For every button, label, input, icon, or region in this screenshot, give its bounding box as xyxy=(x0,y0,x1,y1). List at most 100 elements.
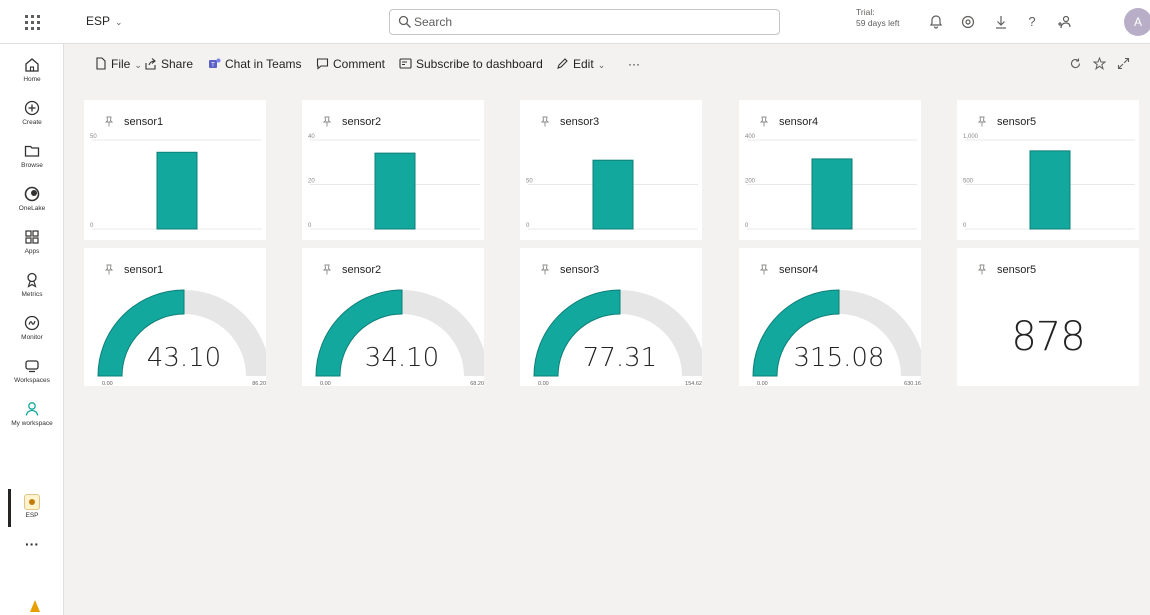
rail-item-apps[interactable]: Apps xyxy=(0,228,64,256)
share-button[interactable]: Share xyxy=(144,57,193,71)
rail-label-browse: Browse xyxy=(21,162,43,169)
gauge-tile-sensor4[interactable]: sensor4 315.08 0.00 630.16 xyxy=(739,248,921,386)
gauge-max-label: 68.20 xyxy=(470,381,484,386)
command-bar: File ⌄ Share T Chat in Teams Comment Subsc… xyxy=(64,44,1150,84)
edit-menu[interactable]: Edit ⌄ xyxy=(556,57,605,71)
edit-label: Edit xyxy=(573,57,594,71)
rail-item-metrics[interactable]: Metrics xyxy=(0,271,64,299)
teams-icon: T xyxy=(209,58,221,69)
subscribe-icon xyxy=(399,58,412,69)
rail-label-onelake: OneLake xyxy=(18,205,46,212)
y-tick-label: 0 xyxy=(745,223,749,229)
pencil-icon xyxy=(557,58,568,69)
bar-chart: 400 200 0 xyxy=(745,134,917,230)
bar-chart: 50 0 xyxy=(90,134,262,230)
rail-item-workspaces[interactable]: Workspaces xyxy=(0,357,64,385)
gauge-chart: 43.10 0.00 86.20 xyxy=(97,289,266,386)
rail-item-create[interactable]: Create xyxy=(0,99,64,127)
help-icon[interactable]: ? xyxy=(1024,14,1040,30)
file-icon xyxy=(96,57,106,70)
subscribe-button[interactable]: Subscribe to dashboard xyxy=(399,57,543,71)
rail-more-button[interactable]: ··· xyxy=(0,536,64,552)
bar xyxy=(156,151,198,230)
gauge-max-label: 630.16 xyxy=(904,381,921,386)
workspace-name: ESP xyxy=(86,14,111,28)
gauge-tile-sensor3[interactable]: sensor3 77.31 0.00 154.62 xyxy=(520,248,702,386)
chat-in-teams-label: Chat in Teams xyxy=(225,57,302,71)
rail-label-monitor: Monitor xyxy=(21,334,43,341)
y-tick-label: 200 xyxy=(745,179,756,185)
comment-button[interactable]: Comment xyxy=(316,57,385,71)
subscribe-label: Subscribe to dashboard xyxy=(416,57,543,71)
workspaces-icon xyxy=(25,360,39,373)
fullscreen-icon[interactable] xyxy=(1117,57,1130,70)
chevron-down-icon: ⌄ xyxy=(134,60,142,70)
search-box[interactable]: Search xyxy=(389,9,780,35)
card-value: 878 xyxy=(1011,314,1085,360)
power-bi-logo-icon xyxy=(30,600,40,612)
bar-chart-tile-sensor2[interactable]: sensor2 40 20 0 xyxy=(302,100,484,240)
rail-item-home[interactable]: Home xyxy=(0,56,64,84)
svg-text:T: T xyxy=(211,63,215,69)
rail-item-onelake[interactable]: OneLake xyxy=(0,185,64,213)
comment-label: Comment xyxy=(333,57,386,71)
bar xyxy=(592,159,634,230)
tile-title: sensor5 xyxy=(977,264,1036,276)
bell-icon[interactable] xyxy=(928,14,944,30)
rail-item-browse[interactable]: Browse xyxy=(0,142,64,170)
settings-icon[interactable] xyxy=(960,14,976,30)
tile-title-text: sensor5 xyxy=(997,264,1037,276)
gauge-tile-sensor2[interactable]: sensor2 34.10 0.00 68.20 xyxy=(302,248,484,386)
bar xyxy=(811,158,853,230)
bar-chart-tile-sensor3[interactable]: sensor3 50 0 xyxy=(520,100,702,240)
share-label: Share xyxy=(161,57,194,71)
y-tick-label: 1,000 xyxy=(963,134,979,140)
gauge-min-label: 0.00 xyxy=(538,381,549,386)
left-nav-rail: Home Create Browse OneLake Apps Metrics … xyxy=(0,44,64,615)
rail-item-monitor[interactable]: Monitor xyxy=(0,314,64,342)
y-tick-label: 0 xyxy=(308,223,312,229)
rail-label-metrics: Metrics xyxy=(21,291,43,298)
waffle-icon[interactable] xyxy=(22,12,42,32)
rail-item-esp[interactable]: ESP xyxy=(0,494,64,520)
trial-status[interactable]: Trial: 59 days left xyxy=(856,7,899,29)
chat-in-teams-button[interactable]: T Chat in Teams xyxy=(208,57,301,71)
y-tick-label: 0 xyxy=(90,223,94,229)
bar-chart: 40 20 0 xyxy=(308,134,480,230)
gauge-max-label: 154.62 xyxy=(685,381,702,386)
y-tick-label: 500 xyxy=(963,179,974,185)
gauge-value: 43.10 xyxy=(147,343,221,373)
share-people-icon[interactable] xyxy=(1056,14,1072,30)
my-workspace-icon xyxy=(25,402,39,416)
bar-chart-tile-sensor5[interactable]: sensor5 1,000 500 0 xyxy=(957,100,1139,240)
download-icon[interactable] xyxy=(993,14,1009,30)
y-tick-label: 50 xyxy=(526,179,533,185)
top-bar: ESP ⌄ Search Trial: 59 days left ? A xyxy=(0,0,1150,44)
favorite-star-icon[interactable] xyxy=(1093,57,1106,70)
search-icon xyxy=(398,15,411,28)
gauge-chart: 315.08 0.00 630.16 xyxy=(752,289,921,386)
gauge-min-label: 0.00 xyxy=(320,381,331,386)
y-tick-label: 20 xyxy=(308,179,315,185)
rail-item-my-workspace[interactable]: My workspace xyxy=(0,400,64,428)
gauge-value: 315.08 xyxy=(794,343,885,373)
card-tile-sensor5[interactable]: sensor5 878 xyxy=(957,248,1139,386)
bar-chart-tile-sensor1[interactable]: sensor1 50 0 xyxy=(84,100,266,240)
trial-label: Trial: xyxy=(856,7,875,17)
avatar[interactable]: A xyxy=(1124,8,1150,36)
bar-chart-tile-sensor4[interactable]: sensor4 400 200 0 xyxy=(739,100,921,240)
y-tick-label: 0 xyxy=(526,223,530,229)
rail-label-apps: Apps xyxy=(24,248,40,255)
rail-label-workspaces: Workspaces xyxy=(14,377,50,384)
bar-chart: 50 0 xyxy=(526,159,698,230)
gauge-chart: 77.31 0.00 154.62 xyxy=(533,289,702,386)
file-menu[interactable]: File ⌄ xyxy=(94,57,142,71)
refresh-icon[interactable] xyxy=(1069,57,1082,70)
rail-label-create: Create xyxy=(22,119,42,126)
metrics-icon xyxy=(27,272,37,288)
more-options-button[interactable]: ··· xyxy=(628,57,640,71)
workspace-selector[interactable]: ESP ⌄ xyxy=(86,14,123,28)
pin-icon[interactable] xyxy=(977,264,987,275)
gauge-tile-sensor1[interactable]: sensor1 43.10 0.00 86.20 xyxy=(84,248,266,386)
monitor-icon xyxy=(24,315,40,331)
